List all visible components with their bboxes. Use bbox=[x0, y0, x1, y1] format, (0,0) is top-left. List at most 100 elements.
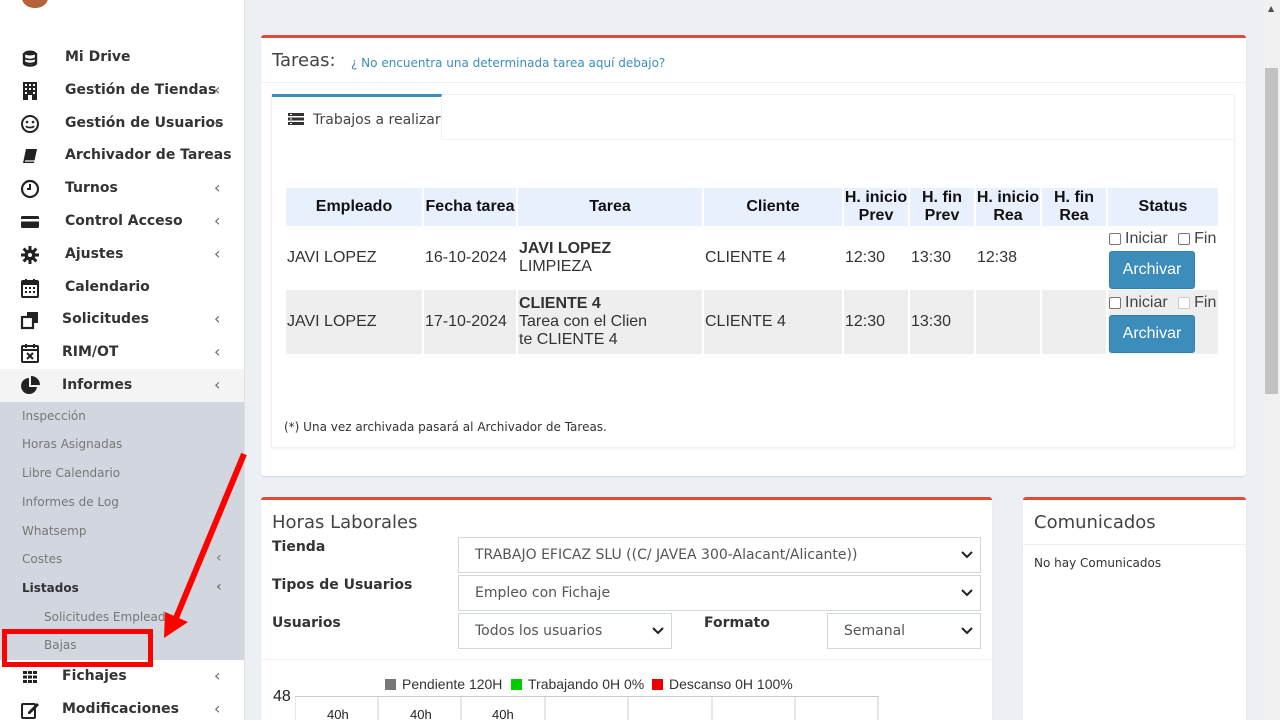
tareas-title: Tareas: bbox=[272, 50, 336, 71]
avatar[interactable] bbox=[22, 0, 48, 8]
formato-select[interactable]: Semanal bbox=[827, 613, 981, 649]
cell-status: Iniciar Fin Archivar bbox=[1108, 290, 1218, 354]
cell-cliente: CLIENTE 4 bbox=[705, 249, 786, 266]
submenu-item-label: Listados bbox=[22, 580, 79, 595]
sidebar-item-rim-ot[interactable]: RIM/OT ‹ bbox=[0, 336, 244, 369]
bar-label: 40h bbox=[327, 707, 349, 720]
usuarios-label: Usuarios bbox=[272, 615, 341, 631]
chart-legend-item: Pendiente 120H bbox=[385, 676, 502, 692]
tasks-table: Empleado Fecha tarea Tarea Cliente H. in… bbox=[284, 188, 1220, 354]
submenu-item-label: Horas Asignadas bbox=[22, 437, 123, 452]
page-scrollbar[interactable]: ▲ bbox=[1263, 0, 1280, 720]
scroll-up-arrow-icon[interactable]: ▲ bbox=[1268, 4, 1274, 13]
select-value: Semanal bbox=[844, 623, 906, 639]
highlight-box bbox=[2, 629, 153, 667]
task-desc: LIMPIEZA bbox=[519, 258, 592, 275]
sidebar-item-modificaciones[interactable]: Modificaciones ‹ bbox=[0, 693, 244, 720]
submenu-item-label: Whatsemp bbox=[22, 523, 87, 538]
grid-icon bbox=[23, 670, 37, 683]
sidebar-item-label: Solicitudes bbox=[62, 311, 149, 328]
divider bbox=[261, 82, 1246, 83]
sidebar-item-turnos[interactable]: Turnos ‹ bbox=[0, 172, 244, 205]
select-value: Todos los usuarios bbox=[475, 623, 603, 639]
sidebar-item-solicitudes[interactable]: Solicitudes ‹ bbox=[0, 303, 244, 336]
cell-h-inicio-prev: 12:30 bbox=[845, 249, 886, 266]
sidebar-item-label: Fichajes bbox=[62, 667, 127, 684]
fin-checkbox[interactable]: Fin bbox=[1178, 230, 1216, 248]
sidebar-item-archivador-tareas[interactable]: Archivador de Tareas bbox=[0, 139, 244, 172]
horas-laborales-panel: Horas Laborales Tienda TRABAJO EFICAZ SL… bbox=[261, 497, 992, 720]
col-header: H. inicio Prev bbox=[844, 188, 908, 226]
cell-status: Iniciar Fin Archivar bbox=[1108, 226, 1218, 290]
cell-h-fin-prev: 13:30 bbox=[911, 249, 952, 266]
help-link[interactable]: ¿ No encuentra una determinada tarea aqu… bbox=[351, 56, 665, 70]
chart-legend-item: Descanso 0H 100% bbox=[652, 676, 793, 692]
sidebar-item-label: Ajustes bbox=[65, 245, 124, 262]
cell-tarea: CLIENTE 4 Tarea con el Clien te CLIENTE … bbox=[518, 290, 702, 354]
tab-trabajos-realizar[interactable]: Trabajos a realizar bbox=[272, 94, 442, 140]
chevron-left-icon: ‹ bbox=[214, 243, 221, 263]
pie-chart-icon bbox=[21, 375, 40, 394]
sidebar-item-calendario[interactable]: Calendario bbox=[0, 271, 244, 304]
usuarios-select[interactable]: Todos los usuarios bbox=[458, 613, 672, 649]
clone-icon bbox=[20, 312, 38, 330]
annotation-arrow bbox=[164, 452, 247, 638]
checkbox-box[interactable] bbox=[1109, 232, 1121, 245]
checkbox-box[interactable] bbox=[1178, 232, 1191, 245]
tipos-usuarios-select[interactable]: Empleo con Fichaje bbox=[458, 575, 981, 611]
archivar-button[interactable]: Archivar bbox=[1109, 250, 1195, 289]
select-value: Empleo con Fichaje bbox=[475, 585, 611, 601]
sidebar-item-label: Calendario bbox=[65, 278, 150, 295]
legend-label: Descanso 0H 100% bbox=[669, 676, 793, 692]
col-header: Cliente bbox=[704, 188, 842, 226]
task-title: CLIENTE 4 bbox=[519, 295, 601, 312]
scroll-thumb[interactable] bbox=[1265, 68, 1278, 394]
tienda-select[interactable]: TRABAJO EFICAZ SLU ((C/ JAVEA 300-Alacan… bbox=[458, 537, 981, 573]
submenu-item-label: Informes de Log bbox=[22, 494, 119, 509]
cell-fecha: 16-10-2024 bbox=[425, 249, 507, 266]
iniciar-checkbox[interactable]: Iniciar bbox=[1109, 294, 1168, 312]
cell-cliente: CLIENTE 4 bbox=[704, 290, 842, 354]
building-icon bbox=[23, 81, 37, 100]
clock-icon bbox=[20, 180, 40, 199]
sidebar-item-label: Gestión de Tiendas bbox=[65, 81, 217, 98]
table-header-row: Empleado Fecha tarea Tarea Cliente H. in… bbox=[286, 188, 1218, 226]
sidebar-item-ajustes[interactable]: Ajustes ‹ bbox=[0, 238, 244, 271]
submenu-item-inspeccion[interactable]: Inspección bbox=[0, 402, 244, 431]
comunicados-empty-text: No hay Comunicados bbox=[1034, 556, 1162, 570]
chart-legend-item: Trabajando 0H 0% bbox=[511, 676, 644, 692]
footnote: (*) Una vez archivada pasará al Archivad… bbox=[284, 420, 607, 434]
sidebar-item-control-acceso[interactable]: Control Acceso ‹ bbox=[0, 205, 244, 238]
chevron-left-icon: ‹ bbox=[214, 374, 221, 394]
sidebar-item-gestion-tiendas[interactable]: Gestión de Tiendas ‹ bbox=[0, 74, 244, 107]
task-desc: Tarea con el Clien te CLIENTE 4 bbox=[519, 313, 648, 348]
sidebar-item-gestion-usuarios[interactable]: Gestión de Usuarios ‹ bbox=[0, 107, 244, 140]
col-header: H. inicio Rea bbox=[976, 188, 1040, 226]
gear-icon bbox=[21, 245, 39, 264]
cell-empleado: JAVI LOPEZ bbox=[286, 290, 422, 354]
comunicados-panel: Comunicados No hay Comunicados bbox=[1023, 497, 1246, 720]
legend-swatch bbox=[652, 679, 663, 690]
bar-label: 40h bbox=[492, 707, 514, 720]
bar-label: 40h bbox=[410, 707, 432, 720]
sidebar-item-mi-drive[interactable]: Mi Drive bbox=[0, 41, 244, 74]
calendar-x-icon bbox=[21, 344, 39, 364]
cell-h-inicio-rea: 12:38 bbox=[977, 249, 1018, 266]
col-header: Status bbox=[1108, 188, 1218, 226]
chevron-left-icon: ‹ bbox=[214, 79, 221, 99]
chevron-left-icon: ‹ bbox=[214, 698, 221, 718]
credit-card-icon bbox=[21, 215, 39, 228]
smiley-icon bbox=[21, 114, 39, 133]
sidebar-item-label: Control Acceso bbox=[65, 212, 183, 229]
col-header: H. fin Rea bbox=[1042, 188, 1106, 226]
checkbox-box[interactable] bbox=[1109, 296, 1121, 309]
archivar-button[interactable]: Archivar bbox=[1109, 314, 1195, 353]
chevron-left-icon: ‹ bbox=[214, 342, 221, 362]
iniciar-checkbox[interactable]: Iniciar bbox=[1109, 230, 1168, 248]
comunicados-title: Comunicados bbox=[1034, 512, 1156, 533]
sidebar-item-informes[interactable]: Informes ‹ bbox=[0, 368, 244, 402]
chevron-left-icon: ‹ bbox=[214, 210, 221, 230]
submenu-item-label: Inspección bbox=[22, 408, 86, 423]
edit-icon bbox=[21, 702, 39, 719]
chevron-down-icon bbox=[961, 551, 973, 559]
